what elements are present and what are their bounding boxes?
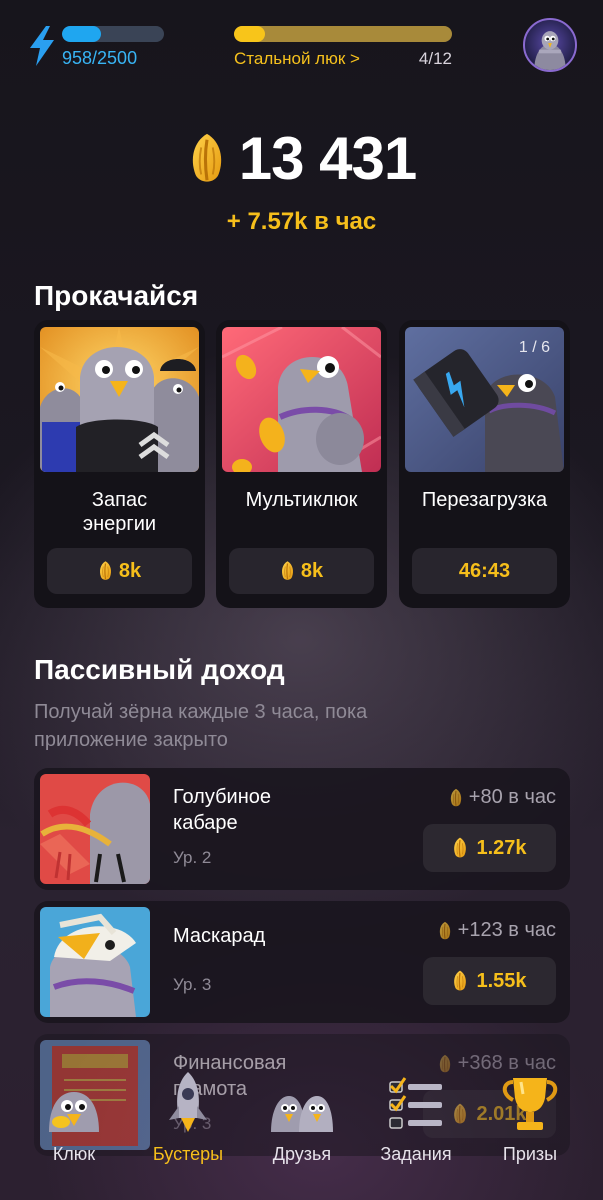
passive-buy-button[interactable]: 1.27k (423, 824, 556, 872)
seed-icon (438, 921, 452, 941)
booster-name: Мультиклюк (245, 489, 358, 511)
energy-progress-bar (62, 26, 164, 42)
booster-timer-button[interactable]: 46:43 (412, 548, 557, 594)
passive-title: Маскарад (173, 925, 266, 947)
booster-buy-button[interactable]: 8k (229, 548, 374, 594)
passive-per-hour-value: +80 в час (468, 786, 556, 808)
booster-card-multitap[interactable]: Мультиклюк 8k (216, 320, 387, 608)
friends-icon (271, 1096, 333, 1132)
seed-icon (449, 788, 463, 808)
trophy-icon (502, 1078, 558, 1130)
pigeon-peck-icon (49, 1092, 99, 1132)
section-subtitle-passive: Получай зёрна каждые 3 часа, пока прилож… (34, 701, 368, 751)
nav-label: Задания (380, 1144, 452, 1164)
passive-per-hour: +80 в час (449, 786, 556, 809)
nav-item-tasks[interactable]: Задания (361, 1070, 471, 1165)
booster-name: Запас энергии (82, 489, 157, 535)
seed-icon (452, 836, 468, 860)
nav-label: Призы (502, 1144, 558, 1164)
rocket-icon (169, 1072, 207, 1132)
balance-value: 13 431 (238, 125, 418, 192)
nav-item-friends[interactable]: Друзья (247, 1070, 357, 1165)
checklist-icon (389, 1077, 442, 1129)
booster-card-energy[interactable]: Запас энергии 8k (34, 320, 205, 608)
nav-label: Клюк (52, 1144, 96, 1164)
nav-label: Бустеры (152, 1144, 224, 1164)
booster-timer: 46:43 (458, 559, 511, 582)
booster-image-multitap (222, 327, 381, 472)
passive-item-cabaret[interactable]: Голубиное кабаре Ур. 2 +80 в час 1.27k (34, 768, 570, 890)
level-progress-bar[interactable] (234, 26, 452, 42)
seed-icon (452, 969, 468, 993)
nav-item-prizes[interactable]: Призы (475, 1070, 585, 1165)
passive-thumb-masquerade (40, 907, 150, 1017)
booster-price: 8k (118, 559, 142, 582)
nav-label: Друзья (272, 1144, 332, 1164)
top-bar: 958/2500 Стальной люк > 4/12 (0, 18, 603, 78)
nav-item-boosters[interactable]: Бустеры (133, 1070, 243, 1165)
passive-per-hour: +123 в час (438, 919, 556, 942)
booster-image-recharge: 1 / 6 (405, 327, 564, 472)
booster-card-recharge[interactable]: 1 / 6 Перезагрузка 46:43 (399, 320, 570, 608)
booster-buy-button[interactable]: 8k (47, 548, 192, 594)
section-title-boosters: Прокачайся (34, 280, 199, 311)
seed-icon (98, 560, 113, 582)
section-title-passive: Пассивный доход (34, 654, 285, 685)
energy-progress-fill (62, 26, 102, 42)
level-counter: 4/12 (418, 49, 452, 68)
level-progress-fill (234, 26, 265, 42)
passive-title: Голубиное кабаре (173, 786, 271, 834)
balance-display: 13 431 (0, 124, 603, 193)
avatar[interactable] (523, 18, 577, 72)
passive-thumb-cabaret (40, 774, 150, 884)
boosters-row: Запас энергии 8k Мультиклюк 8k 1 / 6 Пер… (34, 320, 570, 608)
passive-per-hour-value: +123 в час (457, 919, 556, 941)
booster-name: Перезагрузка (421, 489, 548, 511)
energy-counter: 958/2500 (62, 48, 138, 68)
booster-price: 8k (300, 559, 324, 582)
passive-item-masquerade[interactable]: Маскарад Ур. 3 +123 в час 1.55k (34, 901, 570, 1023)
seed-icon (280, 560, 295, 582)
booster-image-energy (40, 327, 199, 472)
passive-level: Ур. 3 (173, 975, 212, 994)
passive-price: 1.55k (476, 969, 527, 992)
passive-buy-button[interactable]: 1.55k (423, 957, 556, 1005)
level-name-link[interactable]: Стальной люк > (234, 49, 360, 69)
bottom-nav: Клюк Бустеры Друзья Задания Призы (0, 1060, 603, 1200)
nav-item-peck[interactable]: Клюк (19, 1070, 129, 1165)
passive-price: 1.27k (476, 836, 527, 859)
income-rate: + 7.57k в час (226, 208, 377, 235)
recharge-counter: 1 / 6 (518, 339, 550, 356)
lightning-icon (30, 26, 54, 66)
seed-icon (187, 132, 227, 186)
passive-level: Ур. 2 (173, 848, 212, 867)
pigeon-avatar-icon (534, 31, 566, 70)
